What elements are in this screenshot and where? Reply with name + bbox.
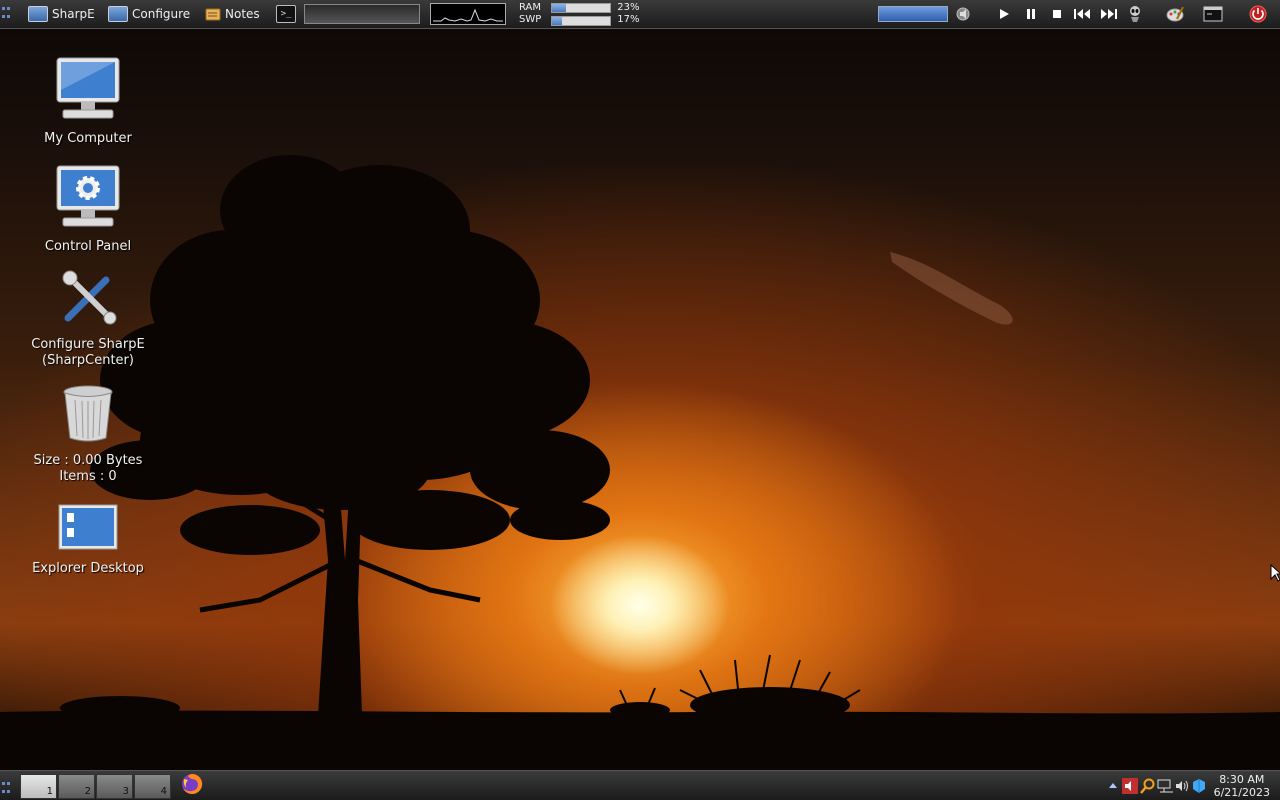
top-panel: SharpE Configure Notes >_ RAM SWP 23% 17…	[0, 0, 1280, 29]
notes-label: Notes	[225, 7, 260, 21]
power-icon	[1249, 5, 1267, 23]
network-icon	[1157, 779, 1173, 793]
desktop-window-icon	[58, 504, 118, 550]
clock-date: 6/21/2023	[1213, 786, 1270, 799]
explorer-desktop-icon-item[interactable]: Explorer Desktop	[23, 504, 153, 577]
taskbar-clock[interactable]: 8:30 AM 6/21/2023	[1214, 773, 1270, 799]
play-icon	[1000, 9, 1009, 19]
mouse-cursor-icon	[1270, 564, 1280, 582]
monitor-icon	[28, 6, 48, 22]
cpu-graph-box	[430, 3, 506, 25]
my-computer-label: My Computer	[44, 131, 132, 146]
terminal-icon: >_	[276, 5, 296, 23]
menu-button[interactable]	[2, 4, 10, 24]
monitor-icon	[108, 6, 128, 22]
ram-value: 23%	[617, 2, 640, 13]
tray-network[interactable]	[1157, 776, 1175, 796]
swp-bar	[551, 15, 612, 26]
workspace-number: 1	[46, 786, 53, 797]
power-button[interactable]	[1248, 4, 1268, 24]
recycle-size-label: Size : 0.00 Bytes	[33, 453, 143, 468]
dropbox-icon	[1193, 779, 1205, 793]
search-icon	[1140, 778, 1155, 794]
workspace-2[interactable]: 2	[58, 774, 95, 799]
tray-search[interactable]	[1140, 776, 1156, 796]
ram-label: RAM	[519, 2, 542, 13]
explorer-desktop-label: Explorer Desktop	[32, 561, 144, 576]
trash-icon	[63, 385, 113, 442]
grid-menu-icon	[2, 782, 10, 796]
swp-label: SWP	[519, 14, 542, 25]
control-panel-icon-item[interactable]: Control Panel	[23, 164, 153, 255]
speaker-muted-icon	[1122, 778, 1138, 794]
volume-slider[interactable]	[878, 4, 948, 24]
notes-icon	[205, 8, 221, 21]
swp-value: 17%	[617, 14, 640, 25]
stop-button[interactable]	[1047, 4, 1067, 24]
tools-icon	[62, 270, 117, 325]
alien-button[interactable]	[1125, 4, 1145, 24]
next-icon	[1101, 9, 1117, 19]
ram-bar	[551, 2, 612, 13]
configure-sharpe-icon-item[interactable]: Configure SharpE (SharpCenter)	[23, 268, 153, 369]
next-button[interactable]	[1099, 4, 1119, 24]
notes-button[interactable]: Notes	[205, 4, 260, 24]
configure-button[interactable]: Configure	[108, 4, 190, 24]
workspace-4[interactable]: 4	[134, 774, 171, 799]
pause-icon	[1027, 9, 1035, 19]
speaker-icon	[956, 7, 970, 21]
memory-monitor: RAM SWP 23% 17%	[519, 2, 640, 26]
play-button[interactable]	[994, 4, 1014, 24]
sharpe-button[interactable]: SharpE	[28, 4, 95, 24]
stop-icon	[1053, 10, 1061, 18]
configure-label: Configure	[132, 7, 191, 21]
recycle-bin-icon-item[interactable]: Size : 0.00 Bytes Items : 0	[23, 384, 153, 485]
computer-icon	[56, 57, 120, 119]
empty-bar	[304, 4, 420, 24]
paint-button[interactable]	[1165, 4, 1185, 24]
my-computer-icon-item[interactable]: My Computer	[23, 56, 153, 147]
paint-icon	[1166, 6, 1184, 22]
configure-sharpe-sublabel: (SharpCenter)	[42, 353, 134, 368]
console-button[interactable]	[1203, 4, 1223, 24]
tray-arrow-icon	[1109, 783, 1117, 788]
workspace-1[interactable]: 1	[20, 774, 57, 799]
cpu-graph-line	[433, 8, 503, 22]
configure-sharpe-label: Configure SharpE	[31, 337, 145, 352]
tray-dropbox[interactable]	[1192, 776, 1206, 796]
control-panel-icon	[56, 165, 120, 227]
grid-menu-icon	[2, 7, 10, 21]
workspace-number: 2	[84, 786, 91, 797]
control-panel-label: Control Panel	[44, 239, 132, 254]
terminal-button[interactable]: >_	[276, 4, 296, 24]
speaker-button[interactable]	[955, 4, 971, 24]
desktop-wallpaper	[0, 0, 1280, 800]
firefox-icon	[182, 773, 203, 794]
sharpe-label: SharpE	[52, 7, 95, 21]
previous-icon	[1074, 9, 1090, 19]
workspace-3[interactable]: 3	[96, 774, 133, 799]
bottom-taskbar: 1 2 3 4 8:30 AM 6/21/2023	[0, 770, 1280, 800]
pause-button[interactable]	[1021, 4, 1041, 24]
workspace-number: 3	[122, 786, 129, 797]
tray-expand-button[interactable]	[1108, 776, 1118, 796]
volume-icon	[1176, 780, 1188, 792]
workspace-number: 4	[160, 786, 167, 797]
previous-button[interactable]	[1072, 4, 1092, 24]
volume-bar	[878, 6, 948, 22]
tray-volume[interactable]	[1174, 776, 1192, 796]
console-icon	[1203, 6, 1223, 22]
taskbar-slot[interactable]	[304, 4, 420, 24]
taskbar-menu-button[interactable]	[2, 779, 10, 799]
wallpaper-silhouette	[0, 155, 1280, 800]
tray-sound-alert[interactable]	[1122, 776, 1138, 796]
firefox-launcher[interactable]	[181, 773, 203, 794]
recycle-items-label: Items : 0	[59, 469, 117, 484]
clock-time: 8:30 AM	[1219, 773, 1265, 786]
cpu-graph	[430, 3, 506, 25]
alien-icon	[1130, 6, 1140, 22]
